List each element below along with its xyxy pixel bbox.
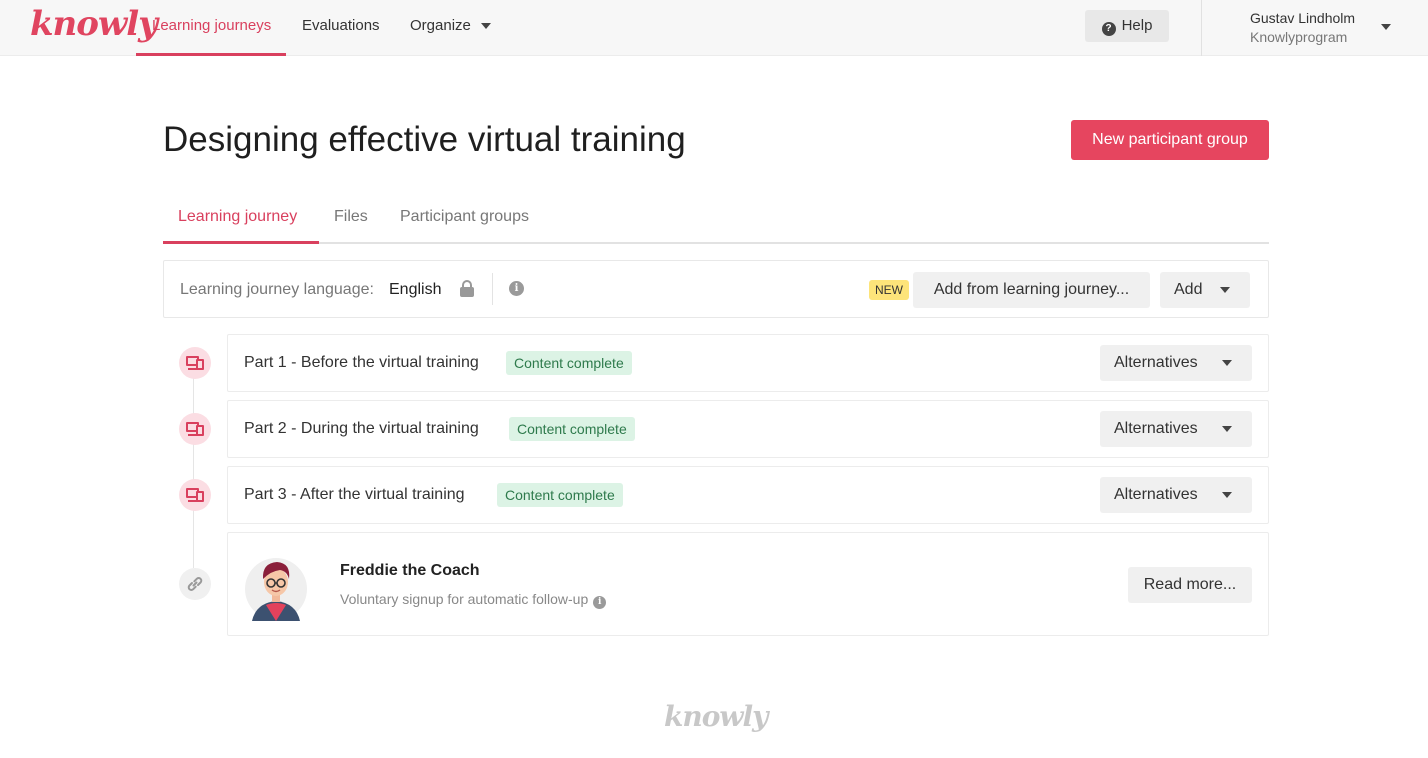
devices-icon bbox=[179, 347, 211, 379]
journey-part-row[interactable]: Part 2 - During the virtual training Con… bbox=[227, 400, 1269, 458]
alternatives-label: Alternatives bbox=[1114, 354, 1198, 371]
alternatives-label: Alternatives bbox=[1114, 420, 1198, 437]
status-badge: Content complete bbox=[497, 483, 623, 507]
read-more-button[interactable]: Read more... bbox=[1128, 567, 1252, 603]
tab-files[interactable]: Files bbox=[334, 196, 368, 244]
add-from-learning-journey-button[interactable]: Add from learning journey... bbox=[913, 272, 1150, 308]
nav-organize-label: Organize bbox=[410, 17, 471, 34]
footer-logo: knowly bbox=[664, 700, 768, 733]
chevron-down-icon bbox=[480, 23, 491, 30]
journey-part-title[interactable]: Part 3 - After the virtual training bbox=[244, 486, 465, 504]
alternatives-dropdown-button[interactable]: Alternatives bbox=[1100, 345, 1252, 381]
user-menu-chevron-icon[interactable] bbox=[1381, 24, 1391, 30]
add-label: Add bbox=[1174, 281, 1203, 298]
new-participant-group-button[interactable]: New participant group bbox=[1071, 120, 1269, 160]
add-dropdown-button[interactable]: Add bbox=[1160, 272, 1250, 308]
user-organization[interactable]: Knowlyprogram bbox=[1250, 29, 1347, 45]
chevron-down-icon bbox=[1222, 492, 1232, 498]
tab-participant-groups[interactable]: Participant groups bbox=[400, 196, 529, 244]
question-circle-icon: ? bbox=[1101, 22, 1116, 36]
coach-row: Freddie the Coach Voluntary signup for a… bbox=[227, 532, 1269, 636]
chevron-down-icon bbox=[1222, 426, 1232, 432]
journey-part-title[interactable]: Part 1 - Before the virtual training bbox=[244, 354, 479, 372]
info-icon[interactable]: i bbox=[593, 596, 607, 609]
coach-description: Voluntary signup for automatic follow-up… bbox=[340, 591, 607, 609]
info-icon[interactable]: i bbox=[509, 281, 524, 296]
user-name[interactable]: Gustav Lindholm bbox=[1250, 10, 1355, 26]
coach-avatar bbox=[244, 549, 308, 621]
coach-name: Freddie the Coach bbox=[340, 562, 480, 579]
new-badge: NEW bbox=[869, 280, 909, 300]
divider bbox=[492, 273, 493, 305]
journey-part-row[interactable]: Part 1 - Before the virtual training Con… bbox=[227, 334, 1269, 392]
nav-organize[interactable]: Organize bbox=[410, 0, 491, 56]
alternatives-dropdown-button[interactable]: Alternatives bbox=[1100, 477, 1252, 513]
status-badge: Content complete bbox=[509, 417, 635, 441]
help-label: Help bbox=[1121, 17, 1153, 34]
timeline-connector bbox=[193, 378, 194, 568]
language-label: Learning journey language: bbox=[180, 281, 374, 298]
journey-part-title[interactable]: Part 2 - During the virtual training bbox=[244, 420, 479, 438]
tab-bar: Learning journey Files Participant group… bbox=[163, 196, 1269, 244]
link-icon bbox=[179, 568, 211, 600]
language-value: English bbox=[389, 281, 442, 298]
devices-icon bbox=[179, 479, 211, 511]
chevron-down-icon bbox=[1220, 287, 1230, 293]
page-title: Designing effective virtual training bbox=[163, 120, 686, 159]
alternatives-label: Alternatives bbox=[1114, 486, 1198, 503]
nav-evaluations[interactable]: Evaluations bbox=[302, 0, 380, 56]
nav-divider bbox=[1201, 0, 1202, 56]
alternatives-dropdown-button[interactable]: Alternatives bbox=[1100, 411, 1252, 447]
chevron-down-icon bbox=[1222, 360, 1232, 366]
language-bar: Learning journey language: English i NEW… bbox=[163, 260, 1269, 318]
devices-icon bbox=[179, 413, 211, 445]
journey-part-row[interactable]: Part 3 - After the virtual training Cont… bbox=[227, 466, 1269, 524]
lock-icon bbox=[460, 280, 474, 298]
top-navigation: knowly Learning journeys Evaluations Org… bbox=[0, 0, 1428, 56]
coach-description-text: Voluntary signup for automatic follow-up bbox=[340, 591, 589, 607]
status-badge: Content complete bbox=[506, 351, 632, 375]
nav-learning-journeys[interactable]: Learning journeys bbox=[136, 0, 286, 56]
help-button[interactable]: ? Help bbox=[1085, 10, 1169, 42]
tab-learning-journey[interactable]: Learning journey bbox=[163, 196, 319, 244]
